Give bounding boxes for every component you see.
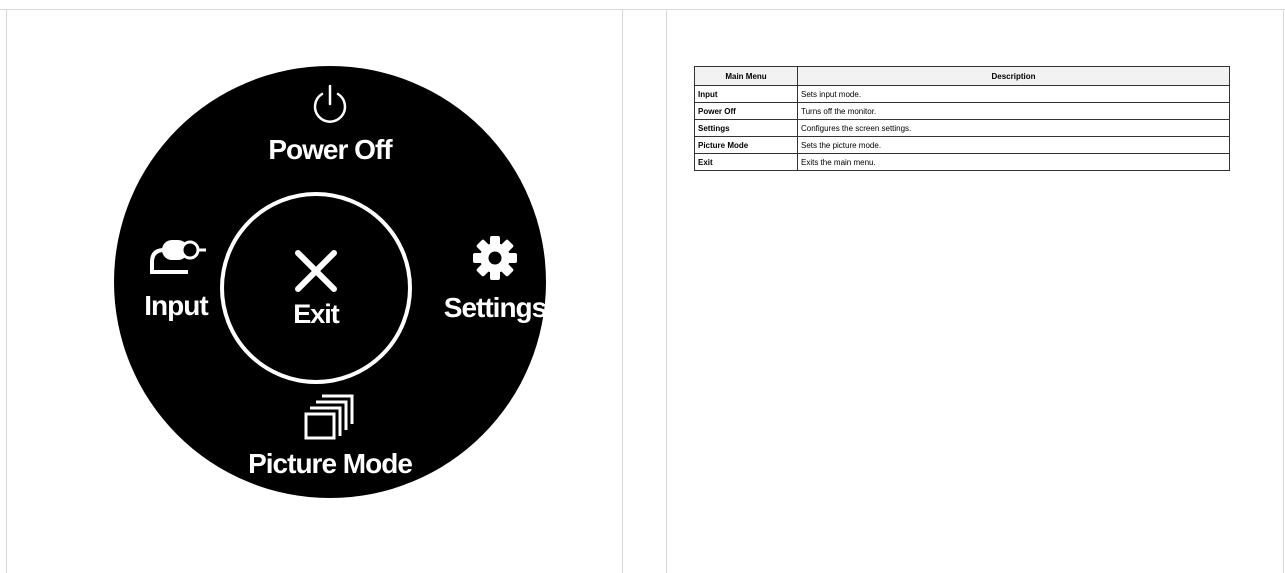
table-row: Picture Mode Sets the picture mode. (694, 136, 1230, 154)
page-top-rule (0, 9, 1285, 10)
table-row: Settings Configures the screen settings. (694, 119, 1230, 137)
table-cell-menu: Settings (694, 119, 798, 137)
exit-label: Exit (293, 298, 340, 329)
column-header-main-menu: Main Menu (694, 66, 798, 86)
table-cell-menu: Picture Mode (694, 136, 798, 154)
page-right-rule (1283, 9, 1284, 573)
main-menu-table-container: Main Menu Description Input Sets input m… (694, 66, 1230, 171)
table-cell-description: Configures the screen settings. (797, 119, 1230, 137)
input-plug-icon (150, 240, 206, 274)
menu-item-settings[interactable]: Settings (432, 234, 558, 324)
picture-mode-label: Picture Mode (248, 448, 413, 479)
table-row: Power Off Turns off the monitor. (694, 102, 1230, 120)
menu-item-input[interactable]: Input (114, 234, 238, 322)
settings-label: Settings (443, 292, 547, 323)
table-cell-menu: Power Off (694, 102, 798, 120)
table-cell-menu: Input (694, 85, 798, 103)
power-off-label: Power Off (268, 134, 392, 165)
input-label: Input (144, 290, 208, 321)
menu-item-picture-mode[interactable]: Picture Mode (230, 392, 430, 480)
exit-button[interactable]: Exit (220, 192, 412, 384)
table-cell-description: Sets the picture mode. (797, 136, 1230, 154)
table-cell-description: Turns off the monitor. (797, 102, 1230, 120)
close-icon (295, 249, 337, 292)
table-row: Input Sets input mode. (694, 85, 1230, 103)
joystick-menu-disc: Power Off Input Exit Settings Picture Mo… (114, 66, 547, 498)
main-menu-table: Main Menu Description Input Sets input m… (694, 66, 1230, 171)
gear-icon (473, 236, 517, 280)
page-left-rule (6, 9, 7, 573)
column-divider-left (622, 9, 623, 573)
stacked-windows-icon (304, 394, 354, 440)
column-divider-right (666, 9, 667, 573)
column-header-description: Description (797, 66, 1230, 86)
power-icon (313, 84, 347, 123)
table-cell-description: Exits the main menu. (797, 153, 1230, 171)
table-row: Exit Exits the main menu. (694, 153, 1230, 171)
menu-item-power-off[interactable]: Power Off (260, 82, 400, 166)
table-header-row: Main Menu Description (694, 66, 1230, 86)
table-cell-description: Sets input mode. (797, 85, 1230, 103)
table-cell-menu: Exit (694, 153, 798, 171)
